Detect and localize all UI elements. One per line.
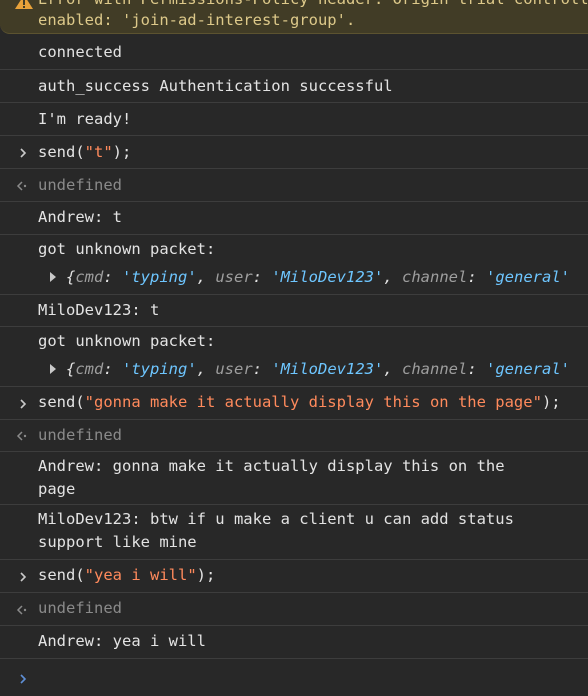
result-arrow-icon	[16, 605, 27, 615]
object-value: 'typing'	[122, 268, 197, 286]
prompt-chevron-icon	[20, 674, 27, 684]
object-key: user	[215, 360, 253, 378]
warning-icon	[15, 0, 33, 9]
command-string: "gonna make it actually display this on …	[84, 393, 542, 411]
result-text: undefined	[38, 599, 122, 617]
log-row: got unknown packet: {cmd: 'typing', user…	[0, 327, 588, 387]
object-key: channel	[402, 360, 468, 378]
colon: :	[467, 360, 486, 378]
command-string: "t"	[84, 143, 113, 161]
object-value: 'general'	[486, 268, 570, 286]
log-text: got unknown packet:	[38, 332, 216, 350]
result-row: undefined	[0, 169, 588, 202]
command-row[interactable]: send("gonna make it actually display thi…	[0, 387, 588, 420]
object-key: user	[215, 268, 253, 286]
log-text: I'm ready!	[38, 110, 132, 128]
command-fn: send(	[38, 566, 85, 584]
command-text: send("gonna make it actually display thi…	[38, 391, 561, 414]
console-prompt[interactable]	[0, 659, 588, 696]
colon: :	[103, 360, 123, 378]
object-key: cmd	[75, 268, 104, 286]
command-text: send("t");	[38, 141, 131, 164]
warning-message: Error with Permissions-Policy header: Or…	[0, 0, 588, 34]
result-text: undefined	[38, 176, 122, 194]
expand-triangle-icon[interactable]	[50, 272, 56, 282]
object-key: channel	[402, 268, 468, 286]
log-row: I'm ready!	[0, 103, 588, 136]
comma: ,	[383, 360, 402, 378]
object-preview[interactable]: {cmd: 'typing', user: 'MiloDev123', chan…	[66, 358, 570, 381]
chevron-right-icon	[20, 399, 27, 409]
log-row: MiloDev123: btw if u make a client u can…	[0, 505, 588, 560]
result-row: undefined	[0, 420, 588, 452]
object-preview[interactable]: {cmd: 'typing', user: 'MiloDev123', chan…	[66, 266, 570, 289]
log-row: auth_success Authentication successful	[0, 70, 588, 103]
chevron-right-icon	[20, 572, 27, 582]
command-text: send("yea i will");	[38, 564, 215, 587]
brace: {	[66, 268, 76, 286]
result-text: undefined	[38, 426, 122, 444]
log-text-line2: page	[38, 480, 76, 498]
log-row: connected	[0, 37, 588, 70]
object-value: 'MiloDev123'	[271, 268, 384, 286]
brace: {	[66, 360, 76, 378]
log-row: MiloDev123: t	[0, 295, 588, 327]
command-fn: send(	[38, 393, 85, 411]
comma: ,	[383, 268, 402, 286]
colon: :	[467, 268, 486, 286]
log-text: Andrew: t	[38, 208, 122, 226]
log-text-line1: MiloDev123: btw if u make a client u can…	[38, 510, 514, 528]
expand-triangle-icon[interactable]	[50, 364, 56, 374]
chevron-right-icon	[20, 148, 27, 158]
devtools-console: Error with Permissions-Policy header: Or…	[0, 0, 588, 696]
log-text: Andrew: yea i will	[38, 632, 206, 650]
colon: :	[103, 268, 123, 286]
log-text: got unknown packet:	[38, 240, 216, 258]
warning-text-line2: enabled: 'join-ad-interest-group'.	[38, 11, 356, 29]
command-end: );	[112, 143, 132, 161]
command-fn: send(	[38, 143, 85, 161]
colon: :	[252, 360, 272, 378]
comma: ,	[196, 268, 216, 286]
log-row: Andrew: yea i will	[0, 626, 588, 659]
log-row: Andrew: gonna make it actually display t…	[0, 452, 588, 505]
result-arrow-icon	[16, 431, 27, 441]
warning-text-line1: Error with Permissions-Policy header: Or…	[38, 0, 588, 8]
result-row: undefined	[0, 593, 588, 626]
log-text-line1: Andrew: gonna make it actually display t…	[38, 457, 505, 475]
comma: ,	[196, 360, 216, 378]
command-end: );	[541, 393, 561, 411]
colon: :	[252, 268, 272, 286]
object-value: 'typing'	[122, 360, 197, 378]
object-value: 'MiloDev123'	[271, 360, 384, 378]
object-key: cmd	[75, 360, 104, 378]
result-arrow-icon	[16, 181, 27, 191]
log-text: MiloDev123: t	[38, 301, 160, 319]
log-row: got unknown packet: {cmd: 'typing', user…	[0, 235, 588, 295]
command-end: );	[196, 566, 216, 584]
log-text: auth_success Authentication successful	[38, 77, 393, 95]
log-row: Andrew: t	[0, 202, 588, 235]
command-string: "yea i will"	[84, 566, 197, 584]
object-value: 'general'	[486, 360, 570, 378]
log-text: connected	[38, 43, 122, 61]
log-text-line2: support like mine	[38, 533, 197, 551]
command-row[interactable]: send("t");	[0, 136, 588, 169]
command-row[interactable]: send("yea i will");	[0, 560, 588, 593]
